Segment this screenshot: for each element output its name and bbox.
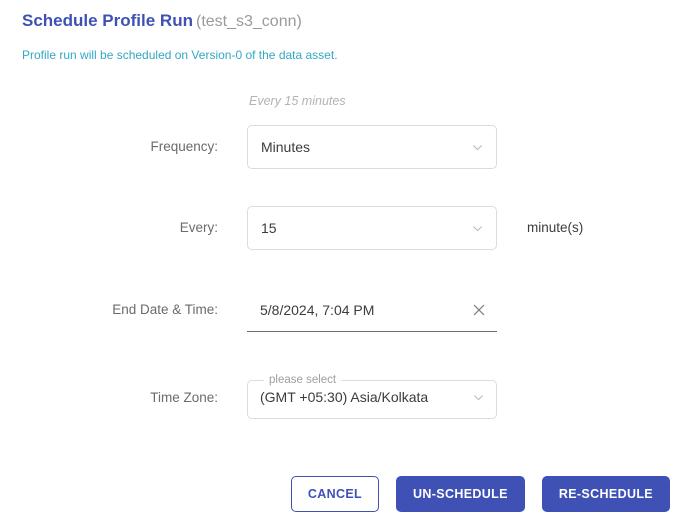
cancel-button[interactable]: CANCEL (290, 476, 380, 512)
page-title-text: Schedule Profile Run (22, 11, 193, 30)
frequency-field: Minutes (247, 125, 497, 169)
subtitle-note: Profile run will be scheduled on Version… (22, 48, 338, 62)
every-field: 15 (247, 206, 497, 250)
every-value: 15 (261, 220, 277, 236)
time-zone-legend: please select (269, 374, 337, 386)
every-row: Every: 15 minute(s) (0, 199, 690, 280)
time-zone-value: (GMT +05:30) Asia/Kolkata (260, 389, 429, 405)
every-label: Every: (179, 220, 218, 235)
time-zone-field: please select (GMT +05:30) Asia/Kolkata (247, 374, 497, 419)
end-date-time-field: 5/8/2024, 7:04 PM (247, 288, 497, 332)
frequency-row: Frequency: Minutes (0, 118, 690, 199)
end-date-time-label: End Date & Time: (112, 302, 218, 317)
schedule-summary-hint: Every 15 minutes (249, 94, 346, 108)
frequency-value: Minutes (261, 139, 311, 155)
re-schedule-button[interactable]: RE-SCHEDULE (541, 476, 670, 512)
dialog-header: Schedule Profile Run (test_s3_conn) Profi… (22, 10, 672, 63)
close-icon[interactable] (471, 302, 487, 318)
dialog-actions: CANCEL UN-SCHEDULE RE-SCHEDULE (0, 476, 670, 512)
time-zone-select[interactable]: please select (GMT +05:30) Asia/Kolkata (247, 374, 497, 419)
every-unit-suffix: minute(s) (527, 220, 584, 235)
every-select[interactable]: 15 (247, 206, 497, 250)
page-title: Schedule Profile Run (test_s3_conn) (22, 10, 672, 33)
un-schedule-button[interactable]: UN-SCHEDULE (396, 476, 525, 512)
chevron-down-icon (471, 141, 484, 154)
summary-hint-row: Every 15 minutes (0, 88, 690, 118)
end-date-time-input[interactable]: 5/8/2024, 7:04 PM (247, 288, 497, 332)
connection-name: (test_s3_conn) (195, 13, 302, 30)
time-zone-row: Time Zone: please select (GMT +05:30) As… (0, 358, 690, 428)
end-date-time-row: End Date & Time: 5/8/2024, 7:04 PM (0, 280, 690, 358)
end-date-time-value: 5/8/2024, 7:04 PM (260, 301, 375, 318)
chevron-down-icon (471, 222, 484, 235)
frequency-label: Frequency: (150, 139, 218, 154)
time-zone-label: Time Zone: (150, 390, 218, 405)
frequency-select[interactable]: Minutes (247, 125, 497, 169)
schedule-form: Every 15 minutes Frequency: Minutes Ever… (0, 88, 690, 428)
